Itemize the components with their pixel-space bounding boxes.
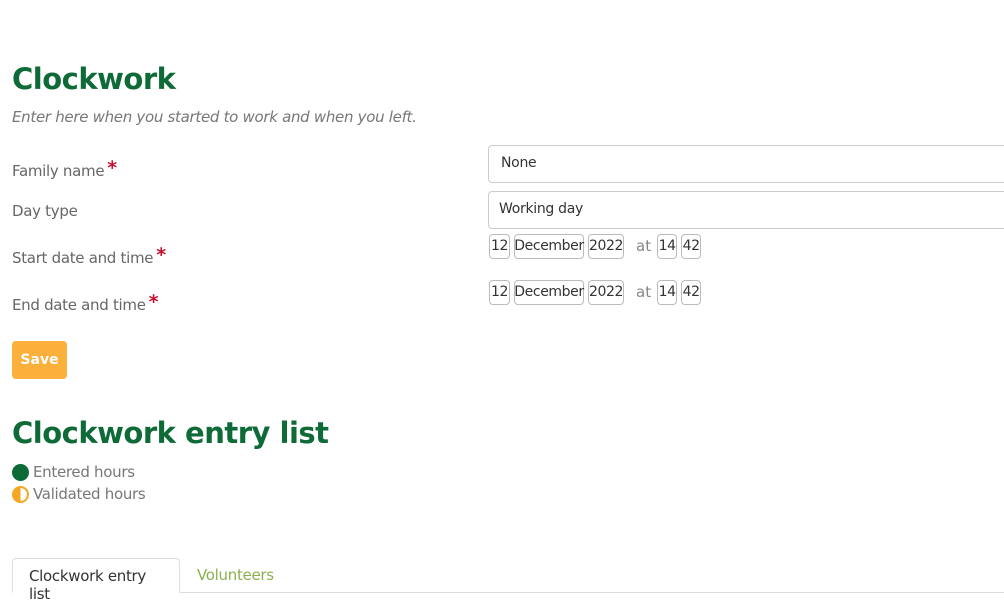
legend-validated-hours: Validated hours: [12, 485, 146, 503]
at-separator: at: [636, 283, 652, 301]
start-hour-field[interactable]: 14: [657, 233, 678, 259]
end-datetime-picker: 12 December 2022 at 14 42: [489, 279, 705, 305]
required-marker: *: [148, 291, 159, 313]
start-month-field[interactable]: December: [514, 233, 584, 259]
legend-validated-label: Validated hours: [33, 485, 146, 503]
tab-clockwork-entry-list[interactable]: Clockwork entry list: [12, 558, 180, 603]
day-type-label-text: Day type: [12, 202, 78, 220]
start-day-field[interactable]: 12: [489, 233, 510, 259]
page-title: Clockwork: [12, 62, 176, 96]
family-name-label-text: Family name: [12, 162, 105, 180]
family-name-label: Family name *: [12, 157, 117, 181]
end-datetime-label-text: End date and time: [12, 296, 146, 314]
family-name-value: None: [501, 155, 537, 171]
tab-volunteers[interactable]: Volunteers: [181, 558, 290, 593]
family-name-select[interactable]: None: [488, 145, 1004, 183]
filled-circle-icon: [12, 463, 29, 481]
half-circle-icon: [12, 485, 29, 503]
start-year-field[interactable]: 2022: [588, 233, 624, 259]
end-year-field[interactable]: 2022: [588, 279, 624, 305]
start-minute-field[interactable]: 42: [681, 233, 702, 259]
page-subtitle: Enter here when you started to work and …: [12, 108, 417, 126]
start-datetime-label: Start date and time *: [12, 244, 166, 268]
save-button[interactable]: Save: [12, 341, 67, 379]
legend-entered-label: Entered hours: [33, 463, 135, 481]
end-datetime-label: End date and time *: [12, 291, 159, 315]
end-minute-field[interactable]: 42: [681, 279, 702, 305]
required-marker: *: [107, 157, 117, 179]
at-separator: at: [636, 237, 652, 255]
end-hour-field[interactable]: 14: [657, 279, 678, 305]
end-day-field[interactable]: 12: [489, 279, 510, 305]
required-marker: *: [156, 244, 166, 266]
day-type-select[interactable]: Working day: [488, 191, 1004, 229]
entry-list-title: Clockwork entry list: [12, 416, 329, 450]
start-datetime-label-text: Start date and time: [12, 249, 154, 267]
start-datetime-picker: 12 December 2022 at 14 42: [489, 233, 705, 259]
end-month-field[interactable]: December: [514, 279, 584, 305]
legend-entered-hours: Entered hours: [12, 463, 135, 481]
day-type-value: Working day: [499, 201, 584, 217]
day-type-label: Day type: [12, 202, 78, 220]
